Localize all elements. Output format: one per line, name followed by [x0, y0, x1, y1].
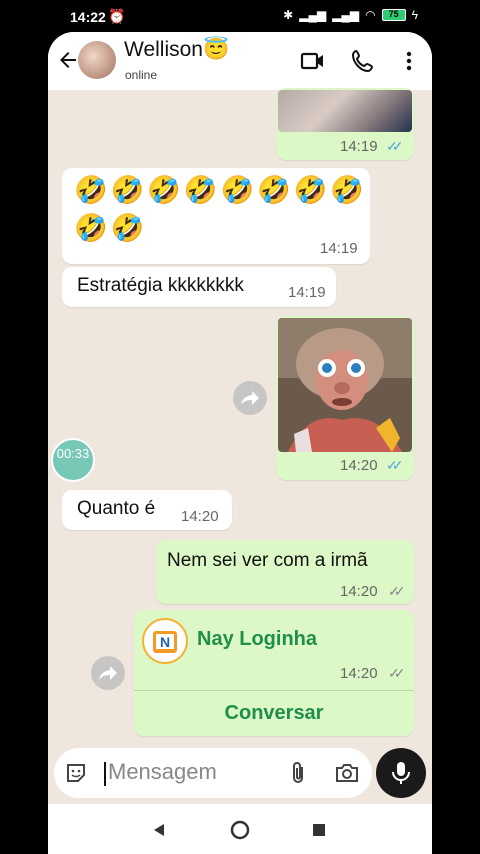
nav-back-icon[interactable]: [152, 823, 166, 837]
forward-icon: [99, 666, 117, 680]
message-time: 14:19: [288, 284, 326, 301]
outgoing-contact-card[interactable]: N Nay Loginha 14:20 ✓✓ Conversar: [134, 610, 414, 736]
outgoing-image-message[interactable]: 14:19 ✓✓: [276, 88, 414, 160]
message-text: Nem sei ver com a irmã: [167, 550, 368, 571]
contact-name[interactable]: Wellison😇: [124, 38, 229, 62]
signal-icon: ▂▄▆: [299, 8, 327, 22]
back-arrow-icon[interactable]: [56, 48, 80, 72]
bluetooth-icon: ✱: [283, 8, 294, 22]
incoming-emoji-message[interactable]: 🤣🤣🤣🤣🤣🤣🤣🤣 🤣🤣 14:19: [62, 168, 370, 264]
message-time: 14:20: [340, 457, 378, 474]
emoji-line: 🤣🤣🤣🤣🤣🤣🤣🤣: [74, 175, 367, 205]
card-divider: [134, 690, 414, 691]
message-time: 14:19: [340, 138, 378, 155]
message-text: Estratégia kkkkkkkk: [77, 275, 244, 296]
forward-button[interactable]: [91, 656, 125, 690]
message-time: 14:19: [320, 240, 358, 257]
message-photo[interactable]: [278, 318, 412, 452]
message-input[interactable]: Mensagem: [108, 759, 217, 785]
sticker-icon[interactable]: [64, 761, 88, 785]
call-timer-text: 00:33: [56, 446, 90, 461]
charging-icon: ϟ: [411, 8, 418, 22]
svg-text:N: N: [160, 634, 170, 650]
microphone-icon: [392, 762, 410, 784]
more-options-icon[interactable]: [396, 48, 422, 74]
incoming-text-message[interactable]: Estratégia kkkkkkkk 14:19: [62, 267, 336, 307]
incoming-text-message[interactable]: Quanto é 14:20: [62, 490, 232, 530]
contact-card-avatar: N: [142, 618, 188, 664]
message-time: 14:20: [340, 583, 378, 600]
conversar-button[interactable]: Conversar: [134, 692, 414, 734]
read-receipt-icon: ✓✓: [386, 138, 404, 154]
delivered-receipt-icon: ✓✓: [388, 583, 406, 599]
emoji-line: 🤣🤣: [74, 213, 148, 243]
photo-content: [278, 318, 412, 452]
contact-avatar[interactable]: [78, 41, 116, 79]
floating-call-timer[interactable]: 00:33: [51, 438, 95, 482]
nav-recents-icon[interactable]: [312, 823, 326, 837]
status-time: 14:22: [70, 9, 106, 25]
message-composer[interactable]: Mensagem: [54, 748, 372, 798]
message-time: 14:20: [181, 508, 219, 525]
forward-button[interactable]: [233, 381, 267, 415]
message-time: 14:20: [340, 665, 378, 682]
alarm-icon: ⏰: [108, 8, 126, 24]
wifi-icon: ◠: [365, 8, 376, 22]
shop-logo-icon: N: [153, 631, 177, 653]
chat-header: Wellison😇 online: [48, 32, 432, 90]
forward-icon: [241, 391, 259, 405]
status-icons: ✱ ▂▄▆ ▂▄▆ ◠ 75 ϟ: [283, 8, 418, 22]
delivered-receipt-icon: ✓✓: [388, 665, 406, 681]
contact-status: online: [125, 68, 158, 82]
outgoing-image-message[interactable]: 14:20 ✓✓: [276, 316, 414, 480]
voice-call-icon[interactable]: [350, 48, 376, 74]
message-text: Quanto é: [77, 498, 156, 519]
attach-icon[interactable]: [288, 760, 308, 786]
camera-icon[interactable]: [334, 761, 360, 785]
signal-icon-2: ▂▄▆: [332, 8, 360, 22]
status-bar: 14:22 ⏰ ✱ ▂▄▆ ▂▄▆ ◠ 75 ϟ: [0, 0, 480, 34]
message-photo[interactable]: [278, 90, 412, 132]
contact-card-name: Nay Loginha: [197, 628, 318, 650]
system-nav-bar: [48, 804, 432, 854]
battery-icon: 75: [381, 9, 406, 21]
outgoing-text-message[interactable]: Nem sei ver com a irmã 14:20 ✓✓: [156, 540, 414, 604]
text-cursor: [104, 762, 106, 786]
voice-record-button[interactable]: [376, 748, 426, 798]
read-receipt-icon: ✓✓: [386, 457, 404, 473]
nav-home-icon[interactable]: [230, 820, 250, 840]
video-call-icon[interactable]: [300, 48, 326, 74]
chat-screen: Wellison😇 online 14:19 ✓✓ 🤣🤣🤣🤣🤣🤣🤣🤣 🤣🤣 14…: [48, 32, 432, 854]
